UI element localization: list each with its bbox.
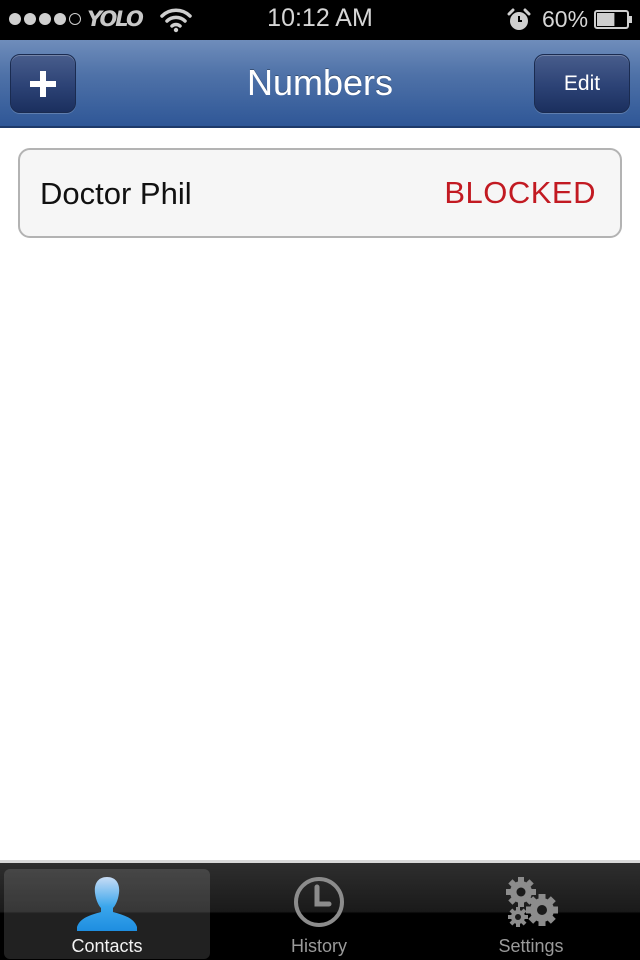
- list-item[interactable]: Doctor Phil BLOCKED: [18, 148, 622, 238]
- contact-name: Doctor Phil: [40, 176, 192, 211]
- tab-history[interactable]: History: [216, 869, 422, 959]
- tab-bar: Contacts History Settings: [0, 860, 640, 960]
- status-bar: YOLO 10:12 AM 60%: [0, 0, 640, 40]
- edit-button[interactable]: Edit: [534, 54, 630, 113]
- alarm-icon: [507, 8, 531, 30]
- battery-percent: 60%: [542, 6, 589, 32]
- tab-contacts[interactable]: Contacts: [4, 869, 210, 959]
- clock-icon: [294, 877, 344, 927]
- gears-icon: [506, 877, 558, 927]
- navigation-bar: Numbers Edit: [0, 40, 640, 128]
- tab-label: Settings: [498, 936, 564, 956]
- tab-label: Contacts: [71, 936, 143, 956]
- status-badge: BLOCKED: [444, 175, 596, 210]
- numbers-list: Doctor Phil BLOCKED: [0, 130, 640, 860]
- tab-settings[interactable]: Settings: [428, 869, 634, 959]
- battery-icon: [594, 10, 632, 29]
- tab-label: History: [290, 936, 347, 956]
- person-icon: [77, 877, 137, 931]
